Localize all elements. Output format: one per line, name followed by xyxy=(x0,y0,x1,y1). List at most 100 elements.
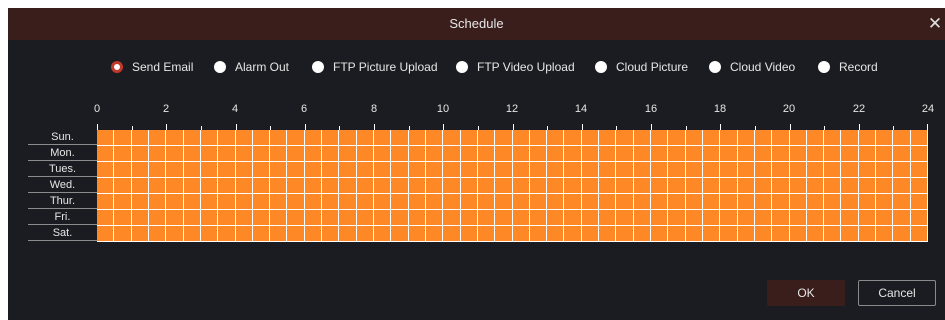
schedule-cell[interactable] xyxy=(391,146,409,162)
schedule-cell[interactable] xyxy=(755,162,772,178)
schedule-cell[interactable] xyxy=(357,194,374,210)
schedule-cell[interactable] xyxy=(876,162,893,178)
schedule-cell[interactable] xyxy=(132,210,149,226)
schedule-cell[interactable] xyxy=(582,146,599,162)
schedule-cell[interactable] xyxy=(703,130,720,146)
schedule-cell[interactable] xyxy=(513,226,530,242)
schedule-cell[interactable] xyxy=(616,130,634,146)
schedule-cell[interactable] xyxy=(166,210,184,226)
schedule-cell[interactable] xyxy=(703,178,720,194)
schedule-cell[interactable] xyxy=(841,130,859,146)
schedule-cell[interactable] xyxy=(426,130,443,146)
schedule-cell[interactable] xyxy=(495,162,513,178)
schedule-cell[interactable] xyxy=(374,162,391,178)
schedule-cell[interactable] xyxy=(184,210,201,226)
schedule-cell[interactable] xyxy=(686,210,703,226)
schedule-cell[interactable] xyxy=(824,178,841,194)
schedule-cell[interactable] xyxy=(651,146,668,162)
schedule-cell[interactable] xyxy=(530,146,547,162)
schedule-cell[interactable] xyxy=(513,194,530,210)
schedule-cell[interactable] xyxy=(772,162,790,178)
schedule-cell[interactable] xyxy=(97,162,114,178)
schedule-cell[interactable] xyxy=(513,130,530,146)
schedule-cell[interactable] xyxy=(495,226,513,242)
schedule-cell[interactable] xyxy=(253,194,270,210)
schedule-cell[interactable] xyxy=(322,226,339,242)
schedule-cell[interactable] xyxy=(755,146,772,162)
schedule-cell[interactable] xyxy=(236,130,253,146)
schedule-cell[interactable] xyxy=(305,194,322,210)
schedule-cell[interactable] xyxy=(114,210,132,226)
schedule-cell[interactable] xyxy=(755,194,772,210)
schedule-cell[interactable] xyxy=(911,194,928,210)
schedule-cell[interactable] xyxy=(270,226,287,242)
schedule-cell[interactable] xyxy=(270,146,287,162)
schedule-cell[interactable] xyxy=(270,178,287,194)
schedule-cell[interactable] xyxy=(790,210,807,226)
schedule-cell[interactable] xyxy=(184,178,201,194)
schedule-cell[interactable] xyxy=(322,194,339,210)
option-send-email[interactable]: Send Email xyxy=(111,59,193,75)
schedule-cell[interactable] xyxy=(720,162,738,178)
schedule-cell[interactable] xyxy=(426,194,443,210)
schedule-cell[interactable] xyxy=(218,162,236,178)
schedule-cell[interactable] xyxy=(893,226,911,242)
schedule-cell[interactable] xyxy=(772,130,790,146)
schedule-cell[interactable] xyxy=(634,178,651,194)
schedule-cell[interactable] xyxy=(634,210,651,226)
schedule-cell[interactable] xyxy=(703,162,720,178)
schedule-cell[interactable] xyxy=(738,226,755,242)
radio-icon[interactable] xyxy=(595,61,607,73)
schedule-cell[interactable] xyxy=(893,178,911,194)
schedule-cell[interactable] xyxy=(166,178,184,194)
schedule-cell[interactable] xyxy=(357,146,374,162)
schedule-cell[interactable] xyxy=(703,146,720,162)
schedule-cell[interactable] xyxy=(218,130,236,146)
schedule-cell[interactable] xyxy=(132,194,149,210)
schedule-cell[interactable] xyxy=(374,210,391,226)
schedule-cell[interactable] xyxy=(305,130,322,146)
schedule-cell[interactable] xyxy=(651,130,668,146)
schedule-cell[interactable] xyxy=(824,162,841,178)
schedule-cell[interactable] xyxy=(184,146,201,162)
schedule-cell[interactable] xyxy=(339,226,357,242)
schedule-cell[interactable] xyxy=(841,162,859,178)
schedule-cell[interactable] xyxy=(287,194,305,210)
schedule-cell[interactable] xyxy=(616,210,634,226)
schedule-cell[interactable] xyxy=(322,162,339,178)
schedule-cell[interactable] xyxy=(253,226,270,242)
schedule-cell[interactable] xyxy=(668,130,686,146)
schedule-cell[interactable] xyxy=(911,226,928,242)
schedule-cell[interactable] xyxy=(236,210,253,226)
schedule-cell[interactable] xyxy=(616,178,634,194)
schedule-cell[interactable] xyxy=(720,210,738,226)
schedule-cell[interactable] xyxy=(287,130,305,146)
schedule-cell[interactable] xyxy=(339,178,357,194)
schedule-cell[interactable] xyxy=(305,146,322,162)
schedule-cell[interactable] xyxy=(824,210,841,226)
schedule-cell[interactable] xyxy=(201,178,218,194)
schedule-cell[interactable] xyxy=(668,178,686,194)
schedule-cell[interactable] xyxy=(270,162,287,178)
schedule-cell[interactable] xyxy=(478,146,495,162)
schedule-cell[interactable] xyxy=(668,162,686,178)
schedule-cell[interactable] xyxy=(547,226,564,242)
schedule-cell[interactable] xyxy=(513,178,530,194)
radio-checked-icon[interactable] xyxy=(111,61,123,73)
schedule-cell[interactable] xyxy=(409,130,426,146)
schedule-cell[interactable] xyxy=(443,130,461,146)
schedule-cell[interactable] xyxy=(149,226,166,242)
schedule-cell[interactable] xyxy=(911,178,928,194)
schedule-cell[interactable] xyxy=(236,226,253,242)
schedule-cell[interactable] xyxy=(97,130,114,146)
schedule-cell[interactable] xyxy=(824,146,841,162)
schedule-cell[interactable] xyxy=(287,146,305,162)
schedule-cell[interactable] xyxy=(651,210,668,226)
schedule-cell[interactable] xyxy=(149,194,166,210)
schedule-cell[interactable] xyxy=(201,146,218,162)
schedule-cell[interactable] xyxy=(339,130,357,146)
schedule-cell[interactable] xyxy=(461,146,478,162)
schedule-cell[interactable] xyxy=(738,178,755,194)
schedule-cell[interactable] xyxy=(893,146,911,162)
schedule-cell[interactable] xyxy=(495,146,513,162)
